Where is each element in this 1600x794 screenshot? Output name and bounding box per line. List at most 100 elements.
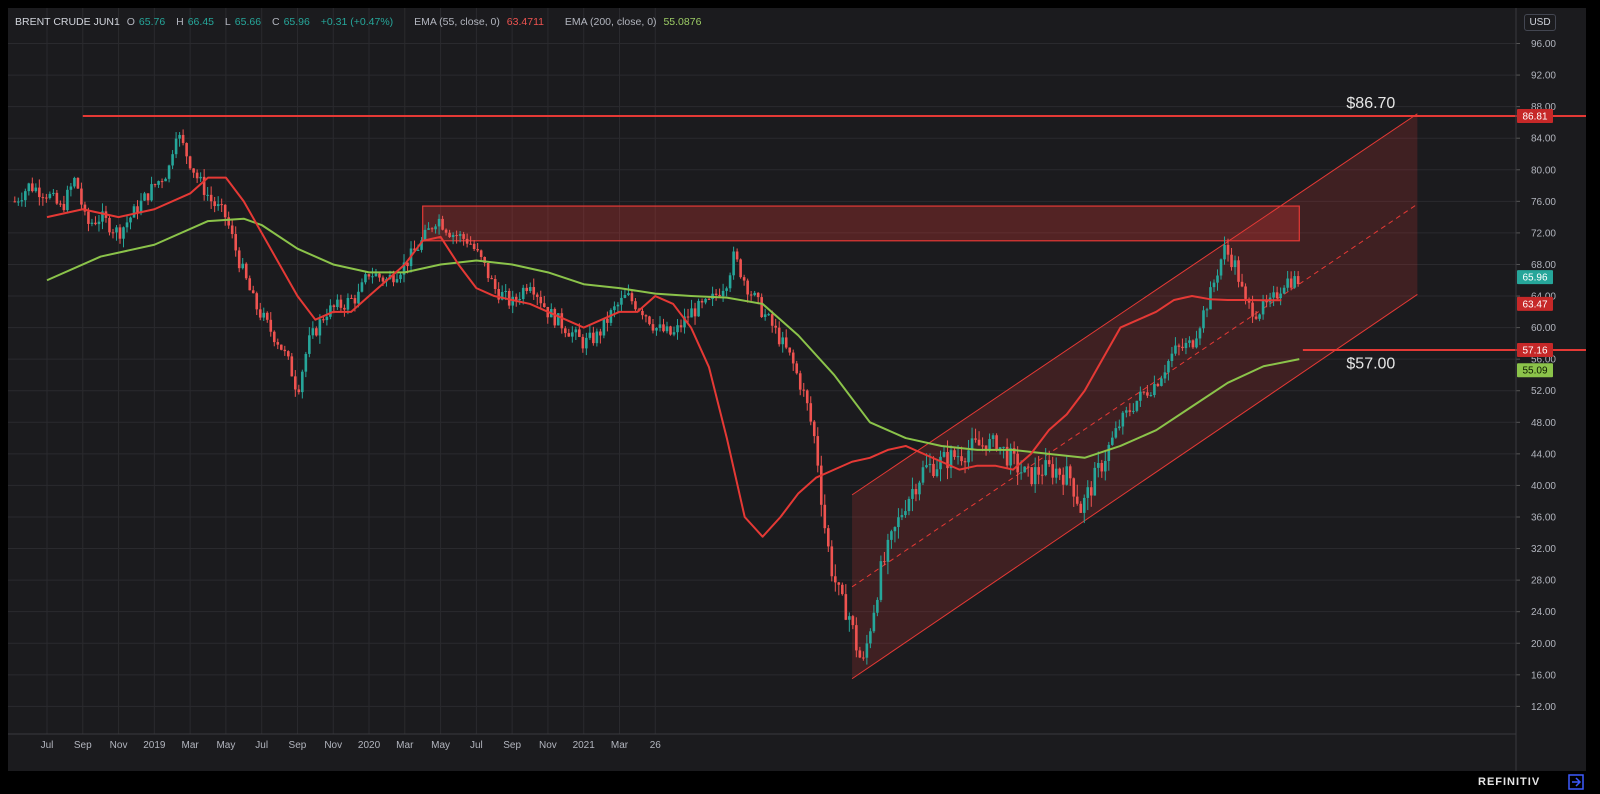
candle-body <box>329 305 332 317</box>
candle-body <box>160 181 164 183</box>
candle-body <box>1128 410 1132 412</box>
candle-body <box>1111 437 1114 445</box>
candle-body <box>714 293 718 295</box>
candle-body <box>809 403 813 422</box>
candle-body <box>911 489 914 499</box>
candle-body <box>1072 478 1076 497</box>
candle-body <box>150 184 153 201</box>
candle-body <box>48 193 52 199</box>
candle-body <box>41 197 45 199</box>
candle-body <box>360 282 364 292</box>
candle-body <box>486 262 490 279</box>
x-tick-label: Mar <box>182 740 200 751</box>
high-label: H <box>176 16 184 28</box>
candle-body <box>879 561 883 600</box>
candle-body <box>595 331 599 344</box>
chart-legend: BRENT CRUDE JUN1 O 65.76 H 66.45 L 65.66 C6… <box>15 16 705 28</box>
candle-body <box>651 324 655 331</box>
x-tick-label: Nov <box>539 740 557 751</box>
candle-body <box>942 452 946 457</box>
candle-body <box>357 291 360 304</box>
candle-body <box>1286 278 1289 288</box>
candle-body <box>669 326 672 335</box>
y-tick-label: 84.00 <box>1531 134 1556 145</box>
candle-body <box>143 193 146 201</box>
price-chart[interactable]: $86.70$57.00 96.0092.0088.0084.0080.0076… <box>8 8 1586 771</box>
candle-body <box>297 389 301 393</box>
candle-body <box>1132 410 1135 412</box>
candle-body <box>395 279 399 283</box>
chart-panel[interactable]: $86.70 $57.00 96.00 92.00 88.00 84.00 80.00 76… <box>8 8 1586 771</box>
candle-body <box>893 527 897 532</box>
channel-fill <box>852 113 1418 679</box>
candle-body <box>876 599 879 613</box>
candle-body <box>174 138 178 155</box>
candle-body <box>241 263 245 269</box>
candle-body <box>991 435 995 440</box>
candle-body <box>73 177 76 187</box>
candle-body <box>939 456 942 470</box>
candle-body <box>1237 260 1240 282</box>
candle-body <box>1170 353 1174 362</box>
refinitiv-mark-icon <box>1568 774 1584 790</box>
candle-body <box>704 298 707 303</box>
candle-body <box>921 467 925 483</box>
candle-body <box>55 192 59 204</box>
candle-body <box>932 463 935 477</box>
candle-body <box>602 318 606 336</box>
candle-body <box>62 203 66 211</box>
candle-body <box>325 316 329 321</box>
candle-body <box>367 274 371 277</box>
candle-body <box>578 329 581 337</box>
currency-badge[interactable]: USD <box>1524 14 1556 31</box>
candle-body <box>13 201 17 203</box>
candle-body <box>318 319 322 336</box>
candle-body <box>1016 453 1019 473</box>
candle-body <box>707 298 711 300</box>
y-tick-label: 48.00 <box>1531 418 1556 429</box>
candle-body <box>795 363 799 374</box>
candle-body <box>304 353 308 372</box>
candle-body <box>255 293 259 310</box>
candle-body <box>749 294 753 296</box>
candle-body <box>181 134 185 144</box>
candle-body <box>634 301 637 310</box>
candle-body <box>725 288 728 291</box>
x-tick-label: Sep <box>74 740 92 751</box>
candle-body <box>27 183 31 192</box>
y-tick-label: 20.00 <box>1531 639 1556 650</box>
x-tick-label: Nov <box>110 740 128 751</box>
y-tick-label: 72.00 <box>1531 228 1556 239</box>
candle-body <box>1125 410 1128 413</box>
x-tick-label: 26 <box>650 740 662 751</box>
candle-body <box>613 306 616 311</box>
candle-body <box>802 389 806 391</box>
candle-body <box>1261 300 1265 315</box>
candle-body <box>1163 372 1167 379</box>
price-label-text: 63.47 <box>1522 299 1547 310</box>
candle-body <box>648 316 651 325</box>
candle-body <box>455 235 458 237</box>
candle-body <box>953 450 956 457</box>
candle-body <box>532 287 536 295</box>
candle-body <box>581 336 585 349</box>
candle-body <box>528 287 532 291</box>
candle-body <box>1026 466 1030 468</box>
candle-body <box>343 307 346 310</box>
level-annotation-label: $57.00 <box>1346 355 1395 372</box>
candle-body <box>458 234 462 236</box>
candle-body <box>381 277 385 282</box>
candle-body <box>69 186 73 190</box>
candle-body <box>125 222 129 228</box>
candle-body <box>1226 244 1230 255</box>
candle-body <box>272 331 276 343</box>
candle-body <box>353 298 357 304</box>
x-tick-label: Jul <box>255 740 268 751</box>
candle-body <box>1121 412 1125 427</box>
candle-body <box>220 204 223 206</box>
candle-body <box>848 616 851 620</box>
candle-body <box>1089 487 1093 496</box>
candle-body <box>760 297 763 318</box>
candle-body <box>781 337 785 345</box>
candle-body <box>1184 342 1188 349</box>
